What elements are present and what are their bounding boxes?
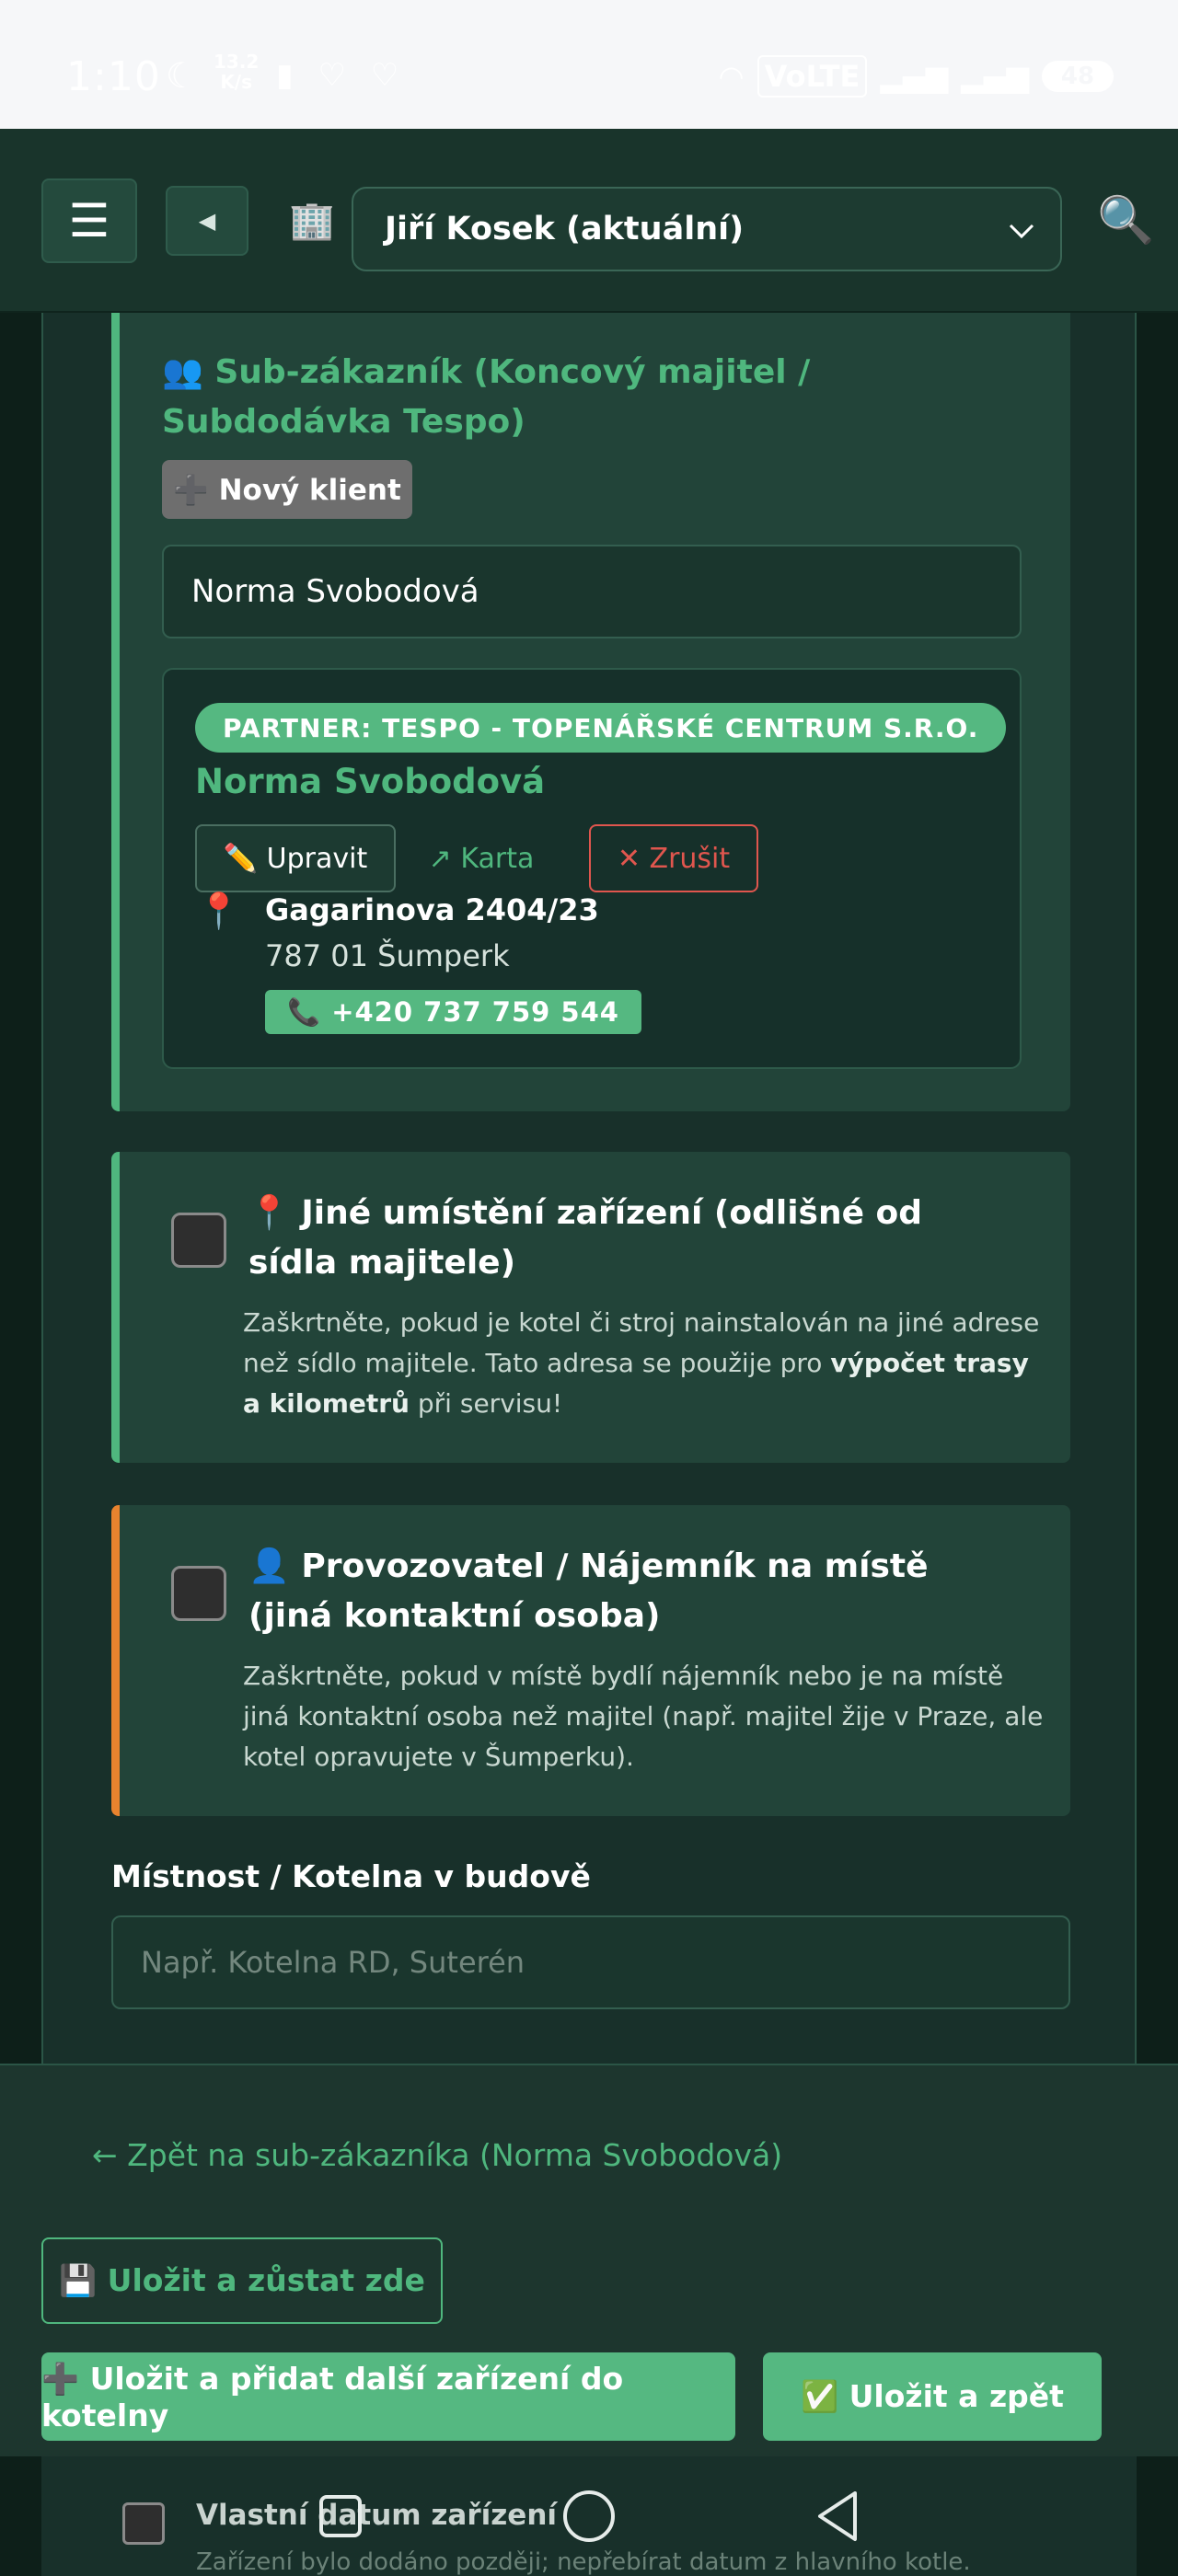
status-right: ◠ VoLTE ▂▄▆ ▂▄▆ 48 bbox=[719, 55, 1114, 98]
notification-icons: ▮ ♡ ♡ bbox=[276, 57, 407, 94]
status-time: 1:10 bbox=[66, 53, 161, 100]
search-icon[interactable]: 🔍 bbox=[1097, 193, 1154, 247]
chevron-down-icon bbox=[1009, 224, 1034, 239]
technician-select[interactable]: Jiří Kosek (aktuální) bbox=[352, 187, 1062, 271]
main-content: 👥 Sub-zákazník (Koncový majitel / Subdod… bbox=[41, 313, 1137, 2064]
edit-client-button[interactable]: ✏️ Upravit bbox=[195, 824, 396, 892]
status-bar: 1:10 ☾ 13.2 K/s ▮ ♡ ♡ ◠ VoLTE ▂▄▆ ▂▄▆ 48 bbox=[0, 0, 1178, 129]
other-location-description: Zaškrtněte, pokud je kotel či stroj nain… bbox=[243, 1303, 1053, 1424]
back-to-sub-customer-link[interactable]: ← Zpět na sub-zákazníka (Norma Svobodová… bbox=[92, 2137, 782, 2173]
volte-badge: VoLTE bbox=[756, 55, 868, 98]
battery-indicator: 48 bbox=[1042, 61, 1114, 92]
wifi-icon: ◠ bbox=[718, 59, 745, 94]
phone-link[interactable]: 📞 +420 737 759 544 bbox=[265, 990, 641, 1034]
signal-icon-2: ▂▄▆ bbox=[961, 59, 1029, 94]
hamburger-icon[interactable]: ☰ bbox=[41, 178, 137, 263]
save-and-add-device-button[interactable]: ➕ Uložit a přidat další zařízení do kote… bbox=[41, 2352, 735, 2441]
operator-description: Zaškrtněte, pokud v místě bydlí nájemník… bbox=[243, 1661, 1044, 1772]
sub-customer-title: 👥 Sub-zákazník (Koncový majitel / Subdod… bbox=[162, 353, 811, 441]
remove-client-button[interactable]: ✕ Zrušit bbox=[589, 824, 758, 892]
selected-client-box: PARTNER: TESPO - TOPENÁŘSKÉ CENTRUM S.R.… bbox=[162, 668, 1022, 1069]
building-icon: 🏢 bbox=[289, 200, 335, 242]
room-label: Místnost / Kotelna v budově bbox=[111, 1858, 591, 1894]
other-location-title: 📍 Jiné umístění zařízení (odlišné od síd… bbox=[248, 1194, 923, 1282]
sub-customer-card: 👥 Sub-zákazník (Koncový majitel / Subdod… bbox=[111, 313, 1070, 1111]
other-location-desc-end: při servisu! bbox=[410, 1388, 563, 1419]
save-and-back-button[interactable]: ✅ Uložit a zpět bbox=[763, 2352, 1102, 2441]
form-actions: ← Zpět na sub-zákazníka (Norma Svobodová… bbox=[0, 2064, 1178, 2456]
system-nav-bar bbox=[0, 2456, 1178, 2576]
app-header: ☰ ◀ 🏢 Jiří Kosek (aktuální) 🔍 bbox=[0, 129, 1178, 313]
network-speed-unit: K/s bbox=[220, 71, 253, 93]
signal-icon: ▂▄▆ bbox=[880, 59, 949, 94]
operator-card: 👤 Provozovatel / Nájemník na místě (jiná… bbox=[111, 1505, 1070, 1816]
network-speed: 13.2 K/s bbox=[214, 52, 259, 92]
operator-title: 👤 Provozovatel / Nájemník na místě (jiná… bbox=[248, 1547, 929, 1635]
address-city: 787 01 Šumperk bbox=[265, 938, 510, 973]
network-speed-value: 13.2 bbox=[214, 51, 260, 73]
triangle-left-icon[interactable]: ◀ bbox=[166, 186, 248, 256]
client-name: Norma Svobodová bbox=[195, 762, 546, 801]
save-and-stay-button[interactable]: 💾 Uložit a zůstat zde bbox=[41, 2237, 443, 2324]
operator-checkbox[interactable] bbox=[171, 1566, 226, 1621]
recent-apps-icon[interactable] bbox=[308, 2484, 373, 2548]
other-location-card: 📍 Jiné umístění zařízení (odlišné od síd… bbox=[111, 1152, 1070, 1463]
partner-badge: PARTNER: TESPO - TOPENÁŘSKÉ CENTRUM S.R.… bbox=[195, 703, 1007, 753]
home-icon[interactable] bbox=[557, 2484, 621, 2548]
new-client-button[interactable]: ➕ Nový klient bbox=[162, 460, 412, 519]
room-input[interactable]: Např. Kotelna RD, Suterén bbox=[111, 1915, 1070, 2009]
map-pin-icon: 📍 bbox=[197, 891, 241, 931]
client-search-input[interactable]: Norma Svobodová bbox=[162, 545, 1022, 638]
technician-select-value: Jiří Kosek (aktuální) bbox=[385, 211, 745, 247]
client-card-link[interactable]: ↗ Karta bbox=[412, 824, 550, 892]
other-location-checkbox[interactable] bbox=[171, 1213, 226, 1268]
address-street: Gagarinova 2404/23 bbox=[265, 892, 599, 927]
back-nav-icon[interactable] bbox=[805, 2484, 870, 2548]
moon-icon: ☾ bbox=[166, 55, 198, 96]
